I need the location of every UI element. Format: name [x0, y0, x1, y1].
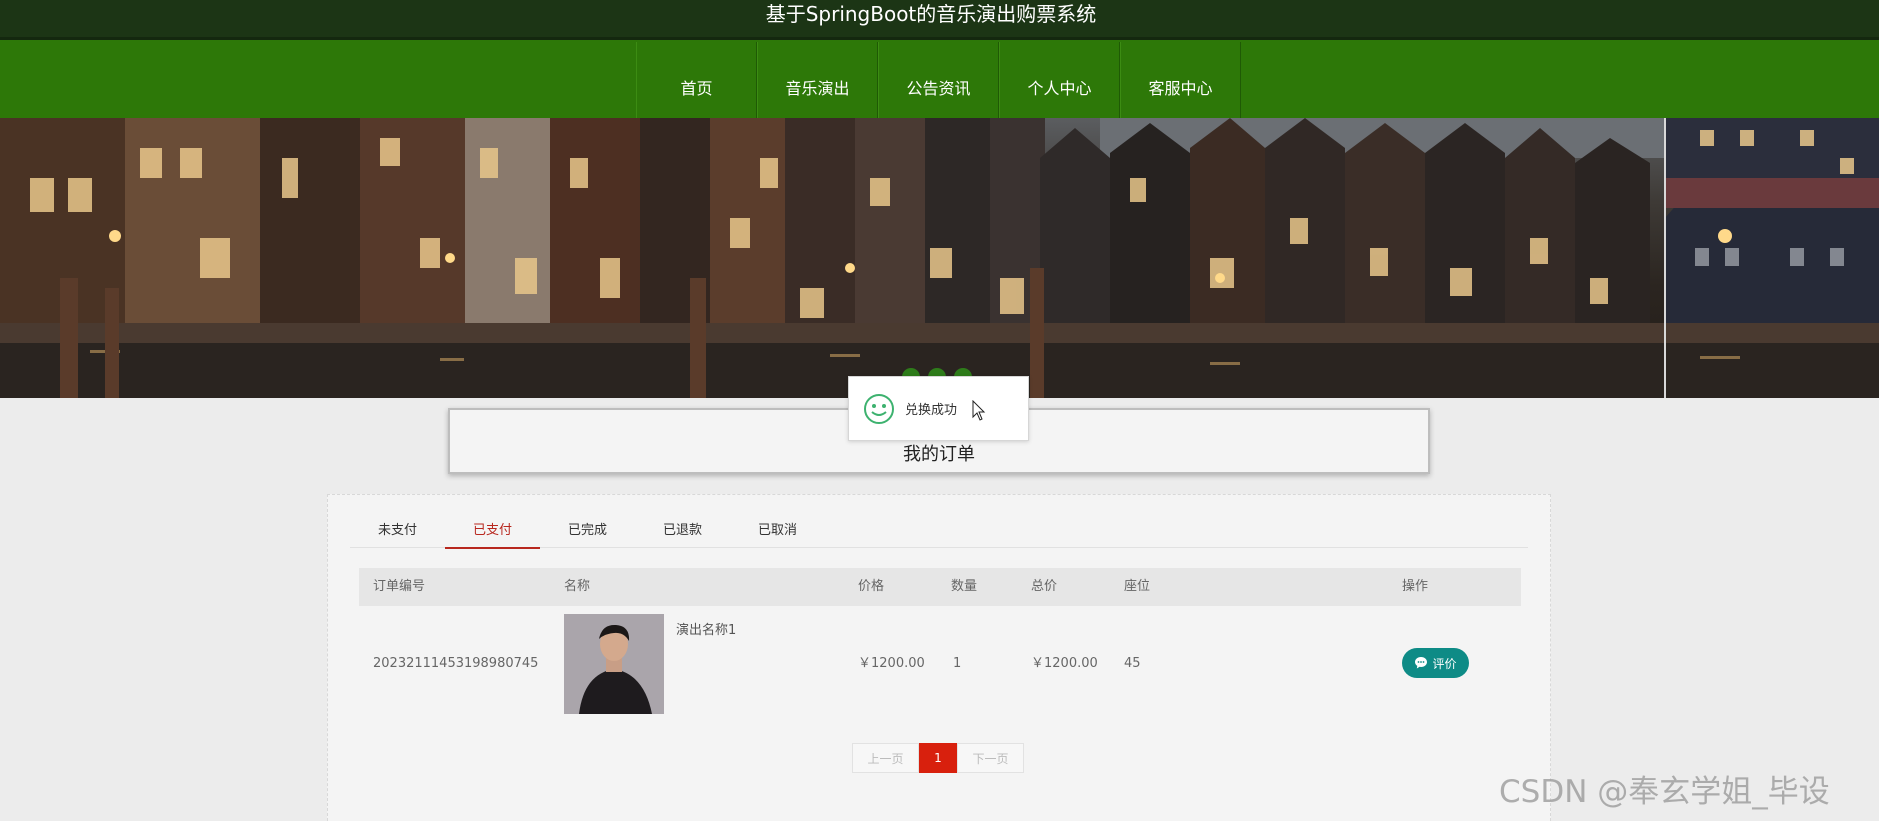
column-header-action: 操作 [1402, 579, 1429, 594]
total-value: ￥1200.00 [1031, 656, 1098, 671]
prev-page-button[interactable]: 上一页 [852, 743, 919, 773]
column-header-price: 价格 [858, 579, 885, 594]
column-header-name: 名称 [564, 579, 591, 594]
tab-completed[interactable]: 已完成 [540, 495, 635, 548]
performance-name[interactable]: 演出名称1 [676, 622, 736, 640]
price-value: ￥1200.00 [858, 656, 925, 671]
next-page-button[interactable]: 下一页 [957, 743, 1024, 773]
performer-photo [564, 614, 664, 714]
page-number-current[interactable]: 1 [919, 743, 957, 773]
banner-illustration [0, 118, 1879, 398]
main-nav: 首页 音乐演出 公告资讯 个人中心 客服中心 [0, 40, 1879, 118]
column-header-total: 总价 [1031, 579, 1058, 594]
page-title: 我的订单 [903, 444, 975, 465]
column-header-seat: 座位 [1124, 579, 1151, 594]
tab-cancelled[interactable]: 已取消 [730, 495, 825, 548]
order-panel: 未支付 已支付 已完成 已退款 已取消 订单编号 名称 价格 数量 总价 座位 … [327, 494, 1551, 821]
quantity-value: 1 [953, 656, 962, 671]
order-status-tabs: 未支付 已支付 已完成 已退款 已取消 [350, 495, 1528, 549]
nav-item-news[interactable]: 公告资讯 [878, 42, 999, 118]
column-header-order-no: 订单编号 [373, 579, 426, 594]
nav-item-personal-center[interactable]: 个人中心 [999, 42, 1120, 118]
tab-refunded[interactable]: 已退款 [635, 495, 730, 548]
review-button-label: 评价 [1432, 656, 1457, 671]
review-button[interactable]: 评价 [1402, 648, 1469, 678]
banner-image [0, 118, 1879, 398]
smile-icon [864, 393, 894, 424]
nav-item-concerts[interactable]: 音乐演出 [757, 42, 878, 118]
tab-unpaid[interactable]: 未支付 [350, 495, 445, 548]
performance-thumbnail[interactable] [564, 614, 664, 714]
watermark: CSDN @奉玄学姐_毕设 [1499, 774, 1830, 810]
title-bar: 基于SpringBoot的音乐演出购票系统 [0, 0, 1879, 40]
comment-icon [1415, 657, 1428, 669]
column-header-quantity: 数量 [951, 579, 978, 594]
seat-value: 45 [1124, 656, 1141, 671]
mouse-cursor-icon [972, 400, 986, 421]
order-table-header: 订单编号 名称 价格 数量 总价 座位 操作 [359, 568, 1521, 606]
nav-item-customer-service[interactable]: 客服中心 [1120, 42, 1241, 118]
toast-message: 兑换成功 [905, 403, 958, 418]
tab-paid[interactable]: 已支付 [445, 495, 540, 549]
nav-list: 首页 音乐演出 公告资讯 个人中心 客服中心 [636, 42, 1241, 118]
pagination: 上一页 1 下一页 [852, 743, 1024, 773]
nav-item-home[interactable]: 首页 [636, 42, 757, 118]
toast-notification: 兑换成功 [848, 376, 1029, 441]
order-number: 20232111453198980745 [373, 656, 539, 671]
site-title: 基于SpringBoot的音乐演出购票系统 [765, 2, 1097, 26]
table-row: 20232111453198980745 演出名称1 ￥1200.00 1 ￥1… [359, 613, 1521, 715]
